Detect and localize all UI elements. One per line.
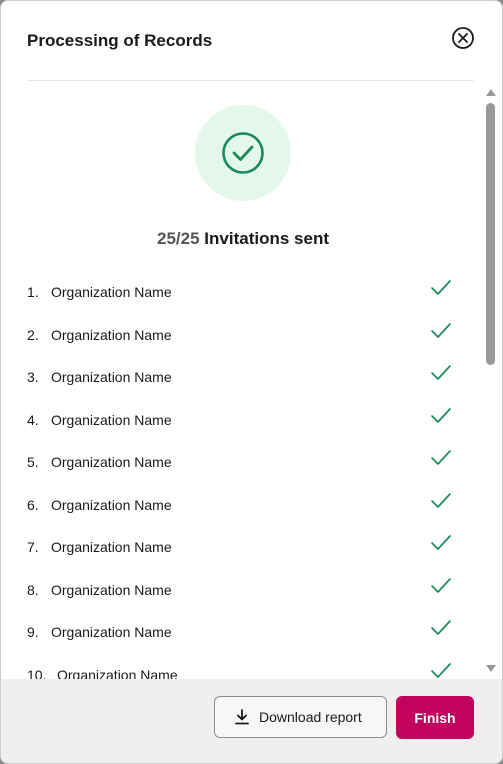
list-item-number: 9.: [27, 624, 39, 640]
list-item: 6. Organization Name: [27, 490, 457, 533]
invitations-summary-text: Invitations sent: [204, 229, 329, 248]
dialog-title: Processing of Records: [27, 31, 213, 50]
close-circle-icon: [452, 27, 474, 49]
scroll-up-arrow-icon[interactable]: [486, 89, 496, 96]
results-scroll-area[interactable]: 25/25 Invitations sent 1. Organization Na…: [1, 81, 502, 679]
processing-dialog: Processing of Records 25/25 Invitations …: [0, 0, 503, 764]
download-report-label: Download report: [259, 709, 362, 725]
records-list: 1. Organization Name 2. Organization Name 3.…: [27, 277, 457, 679]
list-item: 7. Organization Name: [27, 532, 457, 575]
finish-button[interactable]: Finish: [396, 696, 474, 739]
list-item-number: 6.: [27, 496, 39, 513]
organization-name: Organization Name: [51, 284, 172, 300]
checkmark-icon: [431, 577, 451, 593]
organization-name: Organization Name: [51, 411, 172, 428]
list-item: 1. Organization Name: [27, 277, 457, 320]
download-report-button[interactable]: Download report: [214, 696, 387, 738]
invitations-count: 25/25: [157, 229, 200, 248]
list-item: 8. Organization Name: [27, 575, 457, 618]
checkmark-icon: [431, 450, 451, 465]
checkmark-icon: [431, 280, 451, 295]
organization-name: Organization Name: [51, 581, 172, 598]
list-item-number: 4.: [27, 411, 39, 428]
list-item: 5. Organization Name: [27, 447, 457, 490]
check-circle-icon: [222, 132, 264, 174]
list-item: 9. Organization Name: [27, 617, 457, 660]
organization-name: Organization Name: [51, 539, 172, 555]
checkmark-icon: [431, 365, 451, 380]
list-item-number: 7.: [27, 539, 39, 555]
scrollbar[interactable]: [484, 87, 498, 675]
invitations-summary: 25/25 Invitations sent: [1, 228, 485, 250]
organization-name: Organization Name: [51, 624, 172, 640]
organization-name: Organization Name: [51, 496, 172, 513]
dialog-footer: Download report Finish: [1, 679, 502, 763]
success-badge: [195, 105, 291, 201]
list-item: 10. Organization Name: [27, 660, 457, 680]
dialog-header: Processing of Records: [27, 1, 474, 81]
organization-name: Organization Name: [51, 326, 172, 343]
download-icon: [235, 709, 249, 725]
list-item-number: 3.: [27, 369, 39, 385]
checkmark-icon: [431, 662, 451, 678]
scroll-down-arrow-icon[interactable]: [486, 665, 496, 672]
organization-name: Organization Name: [51, 369, 172, 385]
checkmark-icon: [431, 620, 451, 635]
list-item: 3. Organization Name: [27, 362, 457, 405]
list-item-number: 8.: [27, 581, 39, 598]
checkmark-icon: [431, 535, 451, 550]
list-item-number: 1.: [27, 284, 39, 300]
organization-name: Organization Name: [57, 666, 178, 680]
checkmark-icon: [431, 492, 451, 508]
checkmark-icon: [431, 407, 451, 423]
list-item-number: 2.: [27, 326, 39, 343]
scrollbar-thumb[interactable]: [486, 103, 495, 365]
list-item-number: 5.: [27, 454, 39, 470]
list-item: 4. Organization Name: [27, 405, 457, 448]
close-button[interactable]: [451, 26, 475, 50]
organization-name: Organization Name: [51, 454, 172, 470]
list-item-number: 10.: [27, 666, 47, 680]
checkmark-icon: [431, 322, 451, 338]
list-item: 2. Organization Name: [27, 320, 457, 363]
